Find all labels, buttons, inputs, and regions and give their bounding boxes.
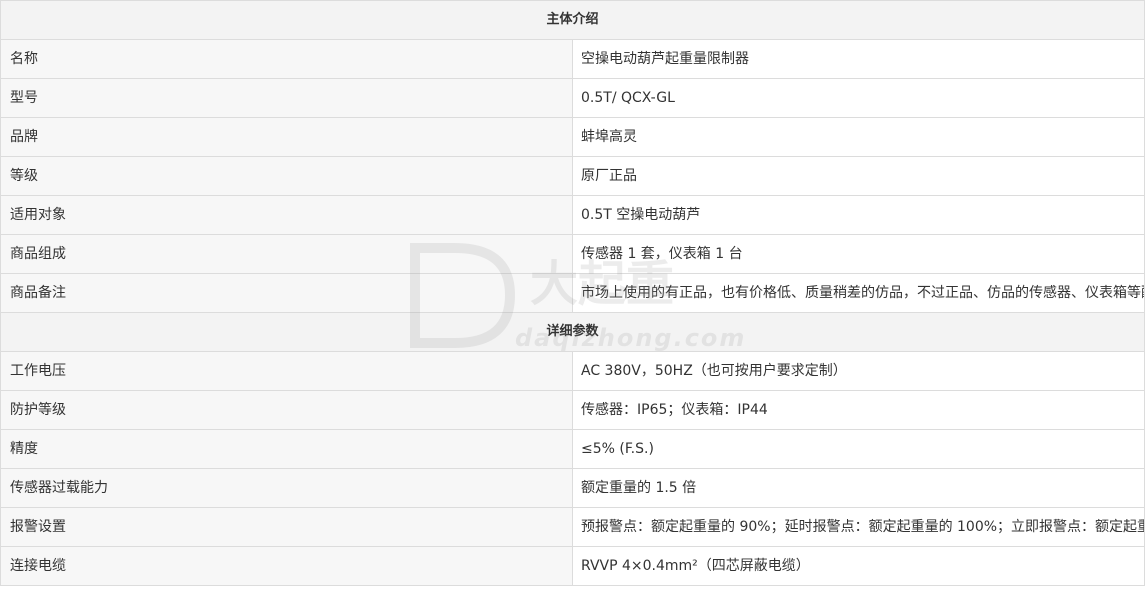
table-row: 报警设置 预报警点：额定起重量的 90%；延时报警点：额定起重量的 100%；立…: [0, 507, 1145, 547]
row-value: 原厂正品: [572, 156, 1145, 196]
row-value: 传感器 1 套，仪表箱 1 台: [572, 234, 1145, 274]
row-value: 蚌埠高灵: [572, 117, 1145, 157]
row-value: 0.5T/ QCX-GL: [572, 78, 1145, 118]
section-title: 主体介绍: [0, 0, 1145, 40]
row-label: 工作电压: [0, 351, 573, 391]
table-row: 名称 空操电动葫芦起重量限制器: [0, 39, 1145, 79]
table-row: 传感器过载能力 额定重量的 1.5 倍: [0, 468, 1145, 508]
table-row: 工作电压 AC 380V，50HZ（也可按用户要求定制）: [0, 351, 1145, 391]
section-title: 详细参数: [0, 312, 1145, 352]
row-label: 连接电缆: [0, 546, 573, 586]
row-value: 预报警点：额定起重量的 90%；延时报警点：额定起重量的 100%；立即报警点：…: [572, 507, 1145, 547]
row-label: 商品组成: [0, 234, 573, 274]
table-row: 商品备注 市场上使用的有正品，也有价格低、质量稍差的仿品，不过正品、仿品的传感器…: [0, 273, 1145, 313]
row-value: 空操电动葫芦起重量限制器: [572, 39, 1145, 79]
row-label: 适用对象: [0, 195, 573, 235]
row-value: RVVP 4×0.4mm²（四芯屏蔽电缆）: [572, 546, 1145, 586]
section-header-row: 主体介绍: [0, 0, 1145, 40]
row-label: 精度: [0, 429, 573, 469]
row-label: 防护等级: [0, 390, 573, 430]
row-value: ≤5% (F.S.): [572, 429, 1145, 469]
table-row: 商品组成 传感器 1 套，仪表箱 1 台: [0, 234, 1145, 274]
spec-table: 主体介绍 名称 空操电动葫芦起重量限制器 型号 0.5T/ QCX-GL 品牌 …: [0, 0, 1145, 586]
row-label: 商品备注: [0, 273, 573, 313]
row-label: 名称: [0, 39, 573, 79]
table-row: 精度 ≤5% (F.S.): [0, 429, 1145, 469]
table-row: 品牌 蚌埠高灵: [0, 117, 1145, 157]
row-value: 0.5T 空操电动葫芦: [572, 195, 1145, 235]
table-row: 防护等级 传感器：IP65；仪表箱：IP44: [0, 390, 1145, 430]
row-label: 报警设置: [0, 507, 573, 547]
row-value: 传感器：IP65；仪表箱：IP44: [572, 390, 1145, 430]
row-label: 传感器过载能力: [0, 468, 573, 508]
row-label: 型号: [0, 78, 573, 118]
row-value: 市场上使用的有正品，也有价格低、质量稍差的仿品，不过正品、仿品的传感器、仪表箱等…: [572, 273, 1145, 313]
table-row: 连接电缆 RVVP 4×0.4mm²（四芯屏蔽电缆）: [0, 546, 1145, 586]
row-value: 额定重量的 1.5 倍: [572, 468, 1145, 508]
section-header-row: 详细参数: [0, 312, 1145, 352]
table-row: 型号 0.5T/ QCX-GL: [0, 78, 1145, 118]
row-label: 等级: [0, 156, 573, 196]
table-row: 等级 原厂正品: [0, 156, 1145, 196]
table-row: 适用对象 0.5T 空操电动葫芦: [0, 195, 1145, 235]
row-value: AC 380V，50HZ（也可按用户要求定制）: [572, 351, 1145, 391]
row-label: 品牌: [0, 117, 573, 157]
